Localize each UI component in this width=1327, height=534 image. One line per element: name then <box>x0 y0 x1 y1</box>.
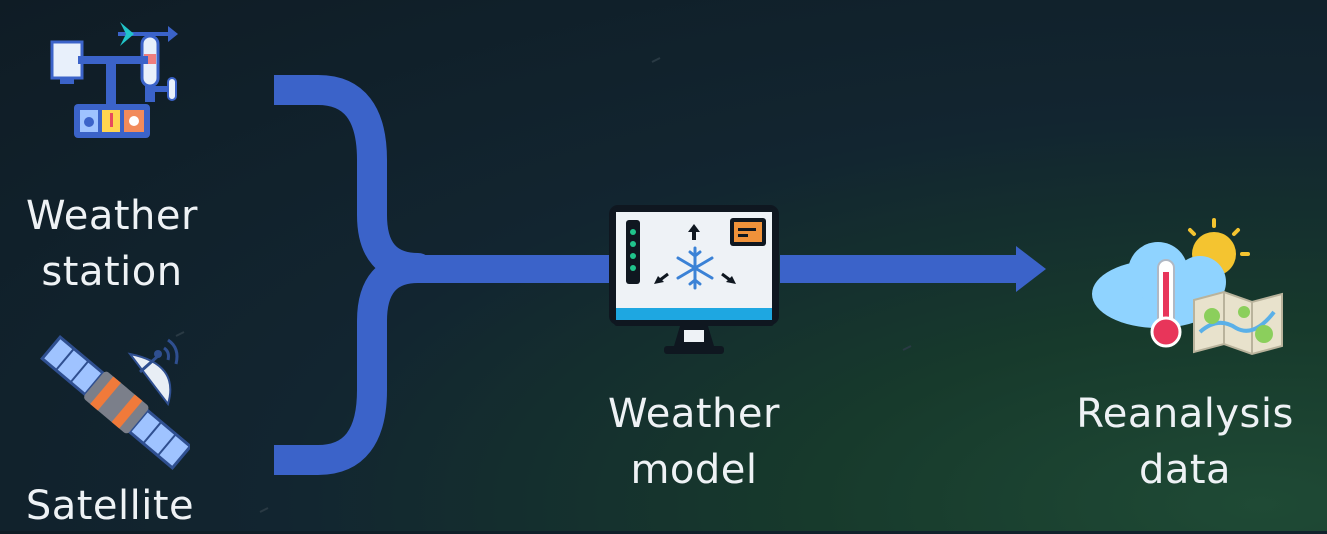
weather-station-line1: Weather <box>26 193 198 239</box>
arrow-shaft-to-reanalysis <box>780 255 1020 283</box>
weather-station-icon <box>50 22 178 138</box>
merge-brace <box>274 75 433 475</box>
computer-snowflake-icon <box>609 205 779 354</box>
arrow-head-to-reanalysis <box>1016 246 1046 292</box>
weather-model-line1: Weather <box>608 391 780 437</box>
reanalysis-line2: data <box>1138 447 1232 493</box>
weather-model-line2: model <box>630 447 758 493</box>
arrow-to-model <box>410 255 615 283</box>
satellite-icon <box>40 334 190 470</box>
thermometer-cloud-map-icon <box>1092 218 1283 356</box>
reanalysis-line1: Reanalysis <box>1076 391 1294 437</box>
reanalysis-label: Reanalysis data <box>1054 386 1316 498</box>
satellite-line1: Satellite <box>25 483 195 529</box>
weather-model-label: Weather model <box>578 386 810 498</box>
weather-station-line2: station <box>41 249 183 295</box>
weather-station-label: Weather station <box>22 188 202 300</box>
satellite-label: Satellite <box>10 478 210 534</box>
